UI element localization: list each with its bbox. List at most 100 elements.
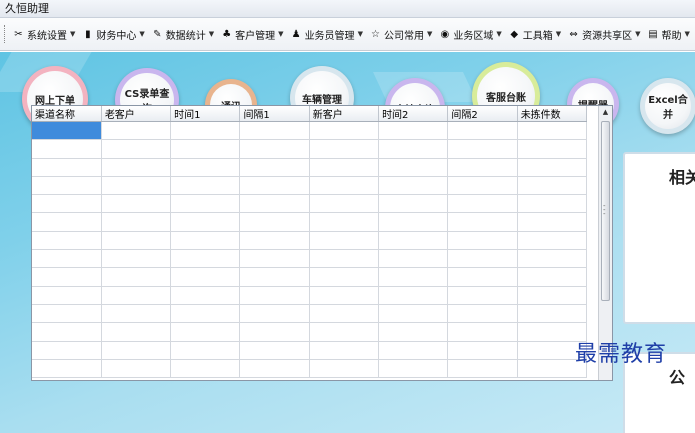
- table-cell[interactable]: [101, 231, 172, 251]
- table-cell[interactable]: [309, 286, 380, 305]
- table-cell[interactable]: [378, 286, 449, 305]
- table-cell[interactable]: [239, 341, 310, 360]
- table-cell[interactable]: [32, 359, 102, 379]
- table-cell[interactable]: [378, 121, 449, 141]
- menu-item-0[interactable]: ✂ 系统设置 ▼: [9, 27, 78, 42]
- scroll-up-arrow-icon[interactable]: ▲: [599, 106, 612, 119]
- table-cell[interactable]: [101, 341, 172, 360]
- table-cell[interactable]: [447, 212, 518, 232]
- menu-item-8[interactable]: ⇔ 资源共享区 ▼: [564, 27, 643, 42]
- table-cell[interactable]: [239, 286, 310, 305]
- column-header[interactable]: 间隔1: [239, 106, 310, 122]
- table-row[interactable]: [32, 341, 588, 360]
- table-row[interactable]: [32, 194, 588, 214]
- table-cell[interactable]: [101, 121, 172, 141]
- table-cell[interactable]: [309, 341, 380, 360]
- menu-item-2[interactable]: ✎ 数据统计 ▼: [148, 27, 217, 42]
- table-row[interactable]: [32, 121, 588, 141]
- data-grid[interactable]: 渠道名称 老客户 时间1 间隔1 新客户 时间2 间隔2 未拣件数 ▲ ‐ ‐ ‐: [31, 105, 613, 381]
- table-cell[interactable]: [239, 176, 310, 196]
- table-cell[interactable]: [378, 194, 449, 214]
- scrollbar-thumb[interactable]: ‐ ‐ ‐: [601, 121, 610, 301]
- table-cell[interactable]: [447, 231, 518, 251]
- table-row[interactable]: [32, 158, 588, 177]
- table-cell[interactable]: [309, 322, 380, 342]
- menu-item-7[interactable]: ◆ 工具箱 ▼: [505, 27, 564, 42]
- table-row[interactable]: [32, 267, 588, 287]
- column-header[interactable]: 新客户: [309, 106, 380, 122]
- table-cell[interactable]: [447, 176, 518, 196]
- table-cell[interactable]: [309, 267, 380, 287]
- menu-item-1[interactable]: ▮ 财务中心 ▼: [78, 27, 147, 42]
- table-cell[interactable]: [239, 359, 310, 379]
- table-cell[interactable]: [378, 341, 449, 360]
- table-cell[interactable]: [517, 267, 588, 287]
- table-cell[interactable]: [32, 212, 102, 232]
- table-cell[interactable]: [170, 267, 241, 287]
- table-cell[interactable]: [447, 267, 518, 287]
- table-cell[interactable]: [517, 249, 588, 269]
- table-cell[interactable]: [101, 359, 172, 379]
- table-row[interactable]: [32, 286, 588, 305]
- table-cell[interactable]: [378, 231, 449, 251]
- table-cell[interactable]: [239, 139, 310, 159]
- table-cell[interactable]: [309, 139, 380, 159]
- table-cell[interactable]: [378, 212, 449, 232]
- table-cell[interactable]: [101, 267, 172, 287]
- table-cell[interactable]: [170, 322, 241, 342]
- table-cell[interactable]: [239, 322, 310, 342]
- table-cell[interactable]: [378, 267, 449, 287]
- table-cell[interactable]: [32, 322, 102, 342]
- table-cell[interactable]: [378, 304, 449, 324]
- table-cell[interactable]: [32, 249, 102, 269]
- table-cell[interactable]: [32, 231, 102, 251]
- table-cell[interactable]: [170, 249, 241, 269]
- menu-item-9[interactable]: ▤ 帮助 ▼: [644, 27, 693, 42]
- table-cell[interactable]: [32, 304, 102, 324]
- table-cell[interactable]: [309, 304, 380, 324]
- table-row[interactable]: [32, 212, 588, 232]
- table-cell[interactable]: [239, 304, 310, 324]
- column-header[interactable]: 时间2: [378, 106, 449, 122]
- table-cell[interactable]: [32, 286, 102, 305]
- table-cell[interactable]: [517, 121, 588, 141]
- table-cell[interactable]: [447, 139, 518, 159]
- column-header[interactable]: 渠道名称: [32, 106, 102, 122]
- table-cell[interactable]: [32, 176, 102, 196]
- table-cell[interactable]: [170, 176, 241, 196]
- table-cell[interactable]: [378, 158, 449, 177]
- table-cell[interactable]: [170, 359, 241, 379]
- table-cell[interactable]: [239, 121, 310, 141]
- table-cell[interactable]: [32, 194, 102, 214]
- table-cell[interactable]: [517, 231, 588, 251]
- table-row[interactable]: [32, 139, 588, 159]
- table-cell[interactable]: [517, 286, 588, 305]
- table-cell[interactable]: [101, 212, 172, 232]
- column-header[interactable]: 未拣件数: [517, 106, 588, 122]
- table-cell[interactable]: [101, 304, 172, 324]
- menu-item-5[interactable]: ☆ 公司常用 ▼: [366, 27, 435, 42]
- table-cell[interactable]: [101, 176, 172, 196]
- table-cell[interactable]: [101, 158, 172, 177]
- table-cell[interactable]: [32, 121, 102, 141]
- column-header[interactable]: 时间1: [170, 106, 241, 122]
- table-cell[interactable]: [309, 121, 380, 141]
- table-cell[interactable]: [32, 139, 102, 159]
- table-cell[interactable]: [32, 267, 102, 287]
- launcher-button-7[interactable]: Excel合并: [640, 78, 695, 134]
- table-cell[interactable]: [170, 121, 241, 141]
- table-cell[interactable]: [101, 194, 172, 214]
- table-cell[interactable]: [239, 212, 310, 232]
- table-cell[interactable]: [517, 194, 588, 214]
- table-cell[interactable]: [309, 176, 380, 196]
- toolbar-grip[interactable]: [4, 25, 5, 43]
- table-cell[interactable]: [170, 286, 241, 305]
- table-cell[interactable]: [447, 194, 518, 214]
- table-cell[interactable]: [447, 359, 518, 379]
- table-cell[interactable]: [447, 121, 518, 141]
- table-cell[interactable]: [101, 249, 172, 269]
- table-row[interactable]: [32, 231, 588, 251]
- table-cell[interactable]: [447, 322, 518, 342]
- table-cell[interactable]: [170, 158, 241, 177]
- table-cell[interactable]: [239, 231, 310, 251]
